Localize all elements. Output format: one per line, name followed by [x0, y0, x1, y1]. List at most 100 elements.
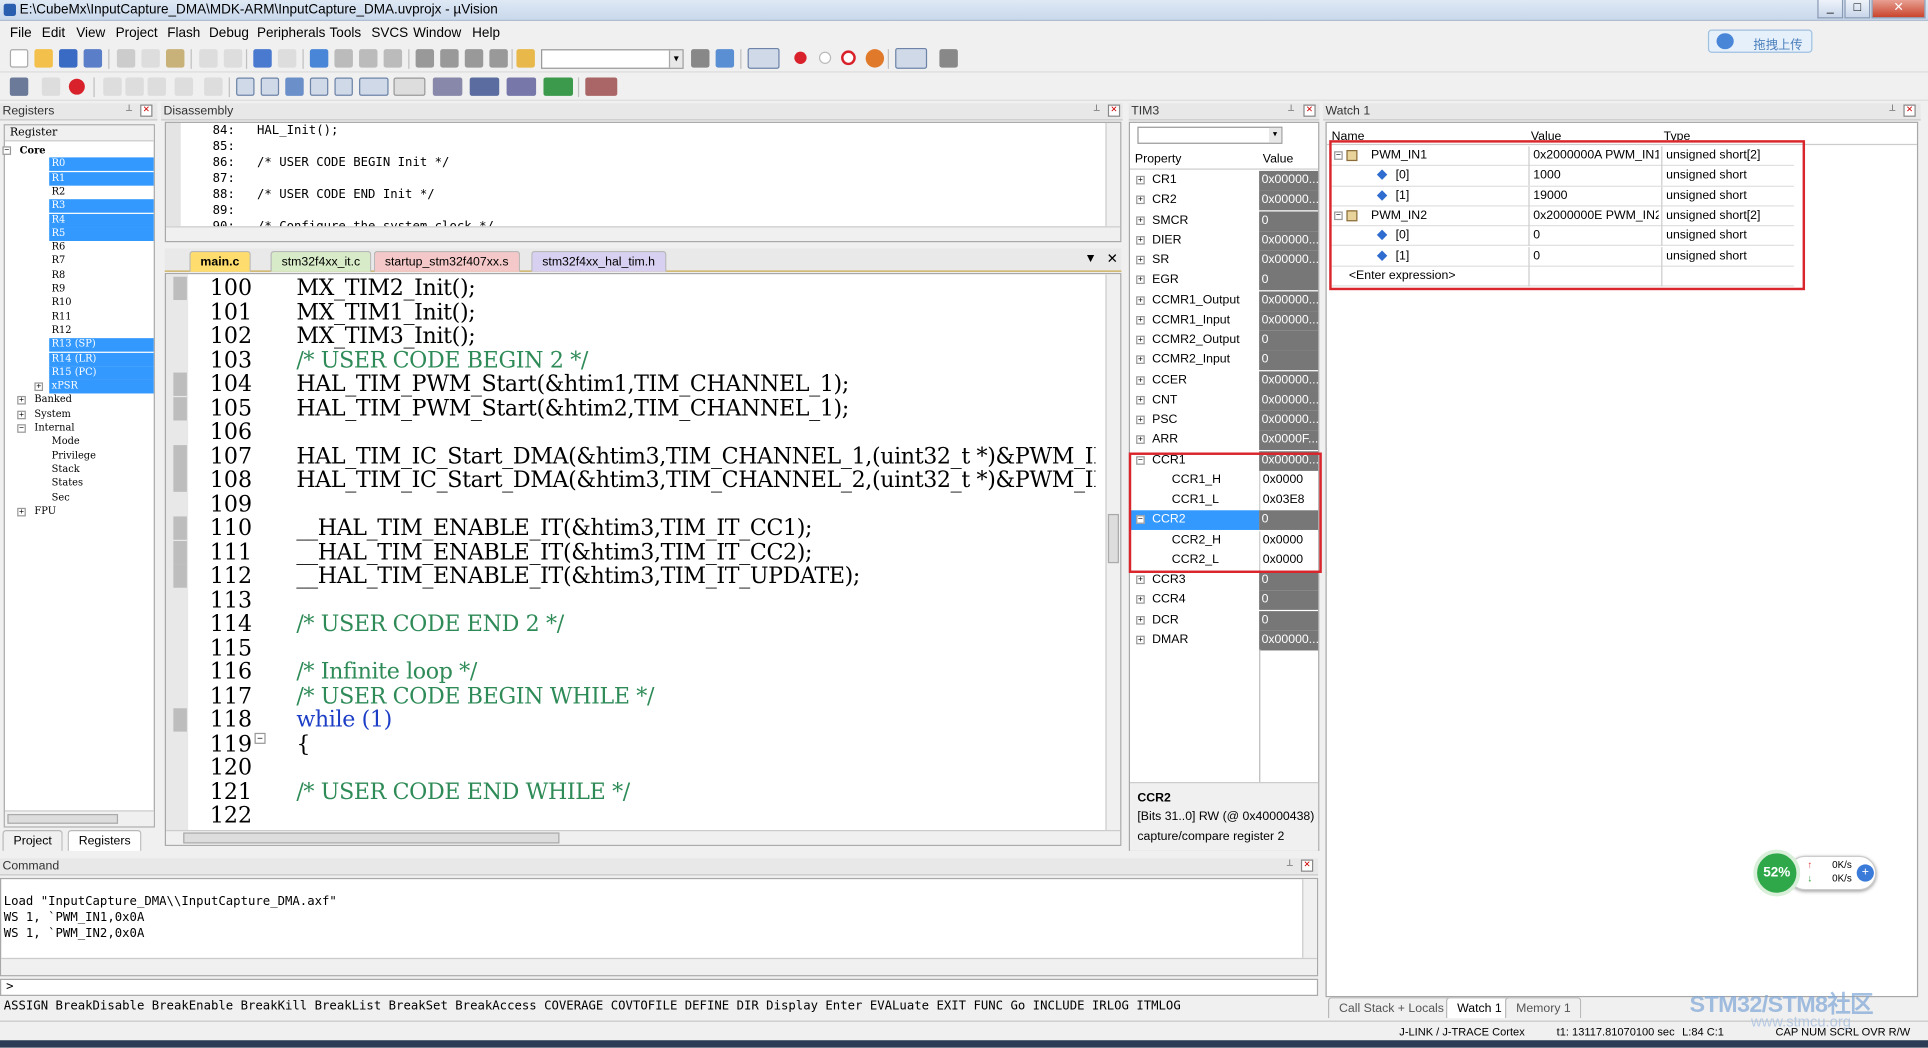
bookmark-icon[interactable] [309, 49, 329, 68]
close-icon[interactable]: ✕ [1300, 859, 1314, 872]
maximize-button[interactable]: □ [1844, 0, 1871, 19]
pin-icon[interactable]: ⊥ [123, 105, 135, 117]
tim3-row-ccr4[interactable]: CCR4 0 + [1130, 590, 1319, 611]
expand-icon[interactable]: + [1136, 595, 1145, 605]
editor-vscroll[interactable] [1105, 274, 1121, 830]
expand-icon[interactable]: + [1136, 315, 1145, 325]
registers-window-icon[interactable] [309, 77, 329, 96]
register-r2[interactable]: R2 [49, 186, 154, 200]
register-r14-lr[interactable]: R14 (LR) [49, 352, 154, 366]
register-r5[interactable]: R5 [49, 227, 154, 241]
bookmark-next-icon[interactable] [359, 49, 378, 68]
expand-icon[interactable]: + [1136, 355, 1145, 365]
tab-project[interactable]: Project [2, 829, 63, 851]
scroll-thumb[interactable] [183, 832, 560, 844]
new-file-icon[interactable] [9, 49, 29, 68]
disassembly-hscroll[interactable] [165, 226, 1121, 242]
register-states[interactable]: States [49, 477, 154, 491]
network-widget[interactable]: 52% ↑ ↓ 0K/s 0K/s + [1753, 848, 1881, 897]
open-folder-icon[interactable] [34, 49, 53, 68]
registers-hscroll[interactable] [4, 810, 154, 827]
breakpoint-kill-all-icon[interactable] [865, 49, 885, 68]
close-icon[interactable]: ✕ [140, 104, 153, 117]
expand-icon[interactable]: + [1136, 615, 1145, 625]
pin-icon[interactable]: ⊥ [1091, 105, 1103, 117]
run-to-cursor-icon[interactable] [174, 77, 194, 96]
menu-window[interactable]: Window [413, 26, 461, 41]
step-out-icon[interactable] [147, 77, 166, 96]
tim3-row-ccmr2-output[interactable]: CCMR2_Output 0 + [1130, 330, 1319, 351]
tim3-row-cr1[interactable]: CR1 0x00000... + [1130, 170, 1319, 191]
register-r13-sp[interactable]: R13 (SP) [49, 338, 154, 352]
chevron-down-icon[interactable]: ▾ [668, 50, 683, 68]
cut-icon[interactable] [116, 49, 136, 68]
register-r8[interactable]: R8 [49, 269, 154, 283]
tab-call-stack[interactable]: Call Stack + Locals [1327, 997, 1456, 1019]
tim3-row-ccr3[interactable]: CCR3 0 + [1130, 570, 1319, 591]
tab-startup[interactable]: startup_stm32f407xx.s [373, 250, 520, 272]
paste-icon[interactable] [165, 49, 185, 68]
expand-icon[interactable]: + [1136, 275, 1145, 285]
register-r6[interactable]: R6 [49, 241, 154, 255]
menu-help[interactable]: Help [472, 26, 500, 41]
menu-svcs[interactable]: SVCS [371, 26, 408, 41]
step-over-icon[interactable] [125, 77, 144, 96]
close-button[interactable]: ✕ [1871, 0, 1926, 19]
tim3-row-arr[interactable]: ARR 0x0000F... + [1130, 430, 1319, 451]
register-r7[interactable]: R7 [49, 255, 154, 269]
chevron-down-icon[interactable]: ▾ [1268, 127, 1282, 143]
tab-watch1[interactable]: Watch 1 [1446, 997, 1513, 1019]
fold-icon[interactable]: − [254, 732, 266, 744]
pin-icon[interactable]: ⊥ [1284, 859, 1296, 871]
find-icon[interactable] [715, 49, 735, 68]
close-icon[interactable]: ✕ [1903, 104, 1916, 117]
expand-icon[interactable]: + [1136, 435, 1145, 445]
close-icon[interactable]: ✕ [1107, 251, 1118, 267]
disassembly-window-icon[interactable] [260, 77, 280, 96]
register-stack[interactable]: Stack [49, 463, 154, 477]
register-sec[interactable]: Sec [49, 491, 154, 505]
register-xpsr[interactable]: xPSR [49, 380, 154, 394]
menu-project[interactable]: Project [116, 26, 158, 41]
bookmark-clear-icon[interactable] [383, 49, 403, 68]
tim3-row-ccmr2-input[interactable]: CCMR2_Input 0 + [1130, 350, 1319, 371]
menu-debug[interactable]: Debug [209, 26, 249, 41]
command-window-icon[interactable] [236, 77, 255, 96]
tim3-row-sr[interactable]: SR 0x00000... + [1130, 250, 1319, 271]
scroll-thumb[interactable] [1107, 513, 1119, 564]
incremental-find-icon[interactable] [691, 49, 710, 68]
stop-icon[interactable] [68, 78, 85, 95]
undo-icon[interactable] [199, 49, 218, 68]
menu-flash[interactable]: Flash [167, 26, 200, 41]
tim3-row-cr2[interactable]: CR2 0x00000... + [1130, 190, 1319, 211]
register-r15-pc[interactable]: R15 (PC) [49, 366, 154, 380]
upload-widget[interactable]: 拖拽上传 [1707, 29, 1813, 53]
tim3-row-ccmr1-output[interactable]: CCMR1_Output 0x00000... + [1130, 290, 1319, 311]
expand-icon[interactable]: + [1136, 415, 1145, 425]
tim3-row-dmar[interactable]: DMAR 0x00000... + [1130, 630, 1319, 651]
expand-icon[interactable]: + [17, 410, 26, 419]
tim3-row-ccmr1-input[interactable]: CCMR1_Input 0x00000... + [1130, 310, 1319, 331]
collapse-icon[interactable]: − [2, 146, 12, 155]
menu-edit[interactable]: Edit [42, 26, 65, 41]
tab-main-c[interactable]: main.c [189, 250, 251, 272]
register-core[interactable]: Core [17, 144, 153, 158]
serial-windows-icon[interactable] [432, 77, 463, 96]
command-hscroll[interactable] [1, 957, 1317, 976]
register-privilege[interactable]: Privilege [49, 450, 154, 464]
save-icon[interactable] [59, 49, 78, 68]
expand-icon[interactable]: + [1136, 195, 1145, 205]
tim3-row-egr[interactable]: EGR 0 + [1130, 270, 1319, 291]
show-next-statement-icon[interactable] [204, 77, 223, 96]
register-fpu[interactable]: FPU [32, 505, 154, 519]
expand-icon[interactable]: + [1136, 335, 1145, 345]
register-r1[interactable]: R1 [49, 171, 154, 186]
editor-hscroll[interactable] [165, 829, 1121, 845]
indent-icon[interactable] [415, 49, 435, 68]
toolbox-icon[interactable] [585, 77, 618, 96]
debug-session-icon[interactable] [747, 47, 780, 69]
pin-icon[interactable]: ⊥ [1285, 105, 1297, 117]
expand-icon[interactable]: + [1136, 255, 1145, 265]
menu-file[interactable]: File [10, 26, 32, 41]
register-r3[interactable]: R3 [49, 199, 154, 213]
